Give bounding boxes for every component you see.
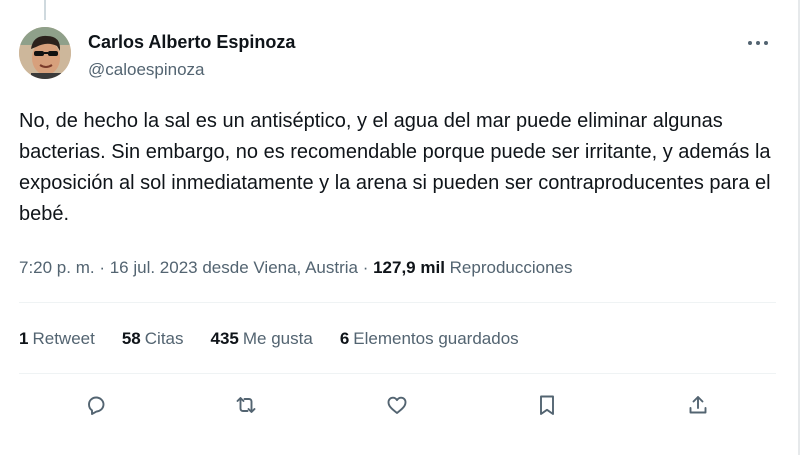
meta-separator: · — [362, 258, 374, 277]
likes-label: Me gusta — [242, 329, 313, 348]
retweets-count: 1 — [19, 329, 29, 348]
more-horizontal-icon — [748, 41, 768, 45]
tweet-metadata: 7:20 p. m. · 16 jul. 2023 desde Viena, A… — [19, 257, 573, 279]
engagement-stats: 1 Retweet 58 Citas 435 Me gusta 6 Elementos … — [19, 328, 519, 350]
quotes-label: Citas — [144, 329, 184, 348]
more-options-button[interactable] — [744, 33, 772, 53]
share-icon — [689, 396, 707, 414]
author-names: Carlos Alberto Espinoza @caloespinoza — [88, 31, 295, 81]
share-button[interactable] — [681, 388, 715, 422]
tweet-detail: Carlos Alberto Espinoza @caloespinoza No… — [0, 0, 800, 455]
quotes-count: 58 — [121, 329, 141, 348]
likes-count: 435 — [210, 329, 239, 348]
views-count: 127,9 mil — [373, 258, 450, 277]
tweet-time[interactable]: 7:20 p. m. — [19, 258, 99, 277]
thread-connector-line — [44, 0, 46, 20]
bookmarks-count: 6 — [339, 329, 350, 348]
tweet-text: No, de hecho la sal es un antiséptico, y… — [19, 110, 771, 225]
reply-button[interactable] — [79, 388, 113, 422]
retweet-icon — [236, 397, 256, 413]
heart-icon — [387, 396, 407, 414]
likes-stat[interactable]: 435 Me gusta — [211, 328, 313, 350]
tweet-header: Carlos Alberto Espinoza @caloespinoza — [19, 27, 780, 83]
views-label: Reproducciones — [449, 258, 573, 277]
divider — [19, 373, 776, 374]
divider — [19, 302, 776, 303]
action-bar — [19, 388, 776, 422]
like-button[interactable] — [380, 388, 414, 422]
bookmark-button[interactable] — [530, 388, 564, 422]
retweet-button[interactable] — [229, 388, 263, 422]
author-handle[interactable]: @caloespinoza — [88, 59, 295, 81]
retweets-stat[interactable]: 1 Retweet — [19, 328, 95, 350]
tweet-date-location[interactable]: 16 jul. 2023 desde Viena, Austria — [110, 258, 363, 277]
meta-separator: · — [99, 258, 110, 277]
avatar[interactable] — [19, 27, 71, 79]
author-display-name[interactable]: Carlos Alberto Espinoza — [88, 31, 295, 53]
bookmarks-stat[interactable]: 6 Elementos guardados — [340, 328, 519, 350]
retweets-label: Retweet — [32, 329, 95, 348]
bookmarks-label: Elementos guardados — [353, 329, 519, 348]
quotes-stat[interactable]: 58 Citas — [122, 328, 184, 350]
reply-icon — [88, 396, 105, 415]
bookmark-icon — [540, 395, 554, 415]
